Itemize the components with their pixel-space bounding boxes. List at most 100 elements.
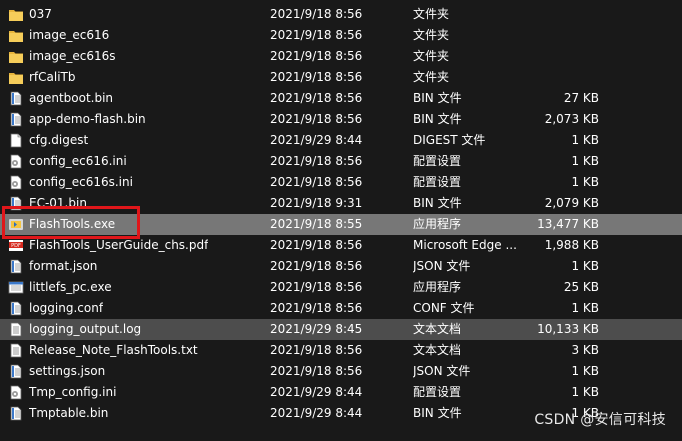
file-name: rfCaliTb bbox=[29, 70, 76, 84]
file-date: 2021/9/18 8:56 bbox=[270, 91, 363, 105]
file-type: 应用程序 bbox=[413, 280, 462, 294]
file-size: 1 KB bbox=[571, 364, 599, 378]
file-row[interactable]: image_ec616 2021/9/18 8:56 文件夹 bbox=[0, 25, 682, 46]
blank-file-icon bbox=[8, 133, 24, 148]
file-name: Release_Note_FlashTools.txt bbox=[29, 343, 198, 357]
file-list: 037 2021/9/18 8:56 文件夹 image_ec616 2021/9/18… bbox=[0, 4, 682, 424]
file-date: 2021/9/18 8:56 bbox=[270, 238, 363, 252]
config-file-icon bbox=[8, 385, 24, 400]
file-row[interactable]: config_ec616.ini 2021/9/18 8:56 配置设置 1 KB bbox=[0, 151, 682, 172]
flashtools-app-icon bbox=[8, 217, 24, 232]
file-date: 2021/9/18 8:56 bbox=[270, 154, 363, 168]
file-row[interactable]: rfCaliTb 2021/9/18 8:56 文件夹 bbox=[0, 67, 682, 88]
file-type: BIN 文件 bbox=[413, 91, 462, 105]
file-size: 1 KB bbox=[571, 175, 599, 189]
file-icon bbox=[8, 259, 24, 274]
file-type: 文件夹 bbox=[413, 7, 450, 21]
file-type: 文本文档 bbox=[413, 343, 462, 357]
watermark: CSDN @安信可科技 bbox=[534, 412, 666, 428]
file-icon bbox=[8, 196, 24, 211]
pdf-icon: PDF bbox=[8, 238, 24, 253]
exe-icon bbox=[8, 280, 24, 295]
file-date: 2021/9/18 8:56 bbox=[270, 301, 363, 315]
file-size: 13,477 KB bbox=[537, 217, 599, 231]
file-date: 2021/9/18 8:56 bbox=[270, 112, 363, 126]
file-name: littlefs_pc.exe bbox=[29, 280, 112, 294]
file-icon bbox=[8, 91, 24, 106]
file-row[interactable]: 037 2021/9/18 8:56 文件夹 bbox=[0, 4, 682, 25]
file-type: Microsoft Edge ... bbox=[413, 238, 517, 252]
file-row[interactable]: Tmp_config.ini 2021/9/29 8:44 配置设置 1 KB bbox=[0, 382, 682, 403]
file-name: agentboot.bin bbox=[29, 91, 114, 105]
file-row[interactable]: Release_Note_FlashTools.txt 2021/9/18 8:5… bbox=[0, 340, 682, 361]
file-name: image_ec616s bbox=[29, 49, 116, 63]
file-date: 2021/9/29 8:45 bbox=[270, 322, 363, 336]
file-row[interactable]: PDF FlashTools_UserGuide_chs.pdf 2021/9/18… bbox=[0, 235, 682, 256]
file-date: 2021/9/18 8:56 bbox=[270, 28, 363, 42]
file-date: 2021/9/18 8:56 bbox=[270, 259, 363, 273]
file-row[interactable]: format.json 2021/9/18 8:56 JSON 文件 1 KB bbox=[0, 256, 682, 277]
svg-text:PDF: PDF bbox=[11, 243, 21, 249]
file-row[interactable]: agentboot.bin 2021/9/18 8:56 BIN 文件 27 KB bbox=[0, 88, 682, 109]
file-row[interactable]: image_ec616s 2021/9/18 8:56 文件夹 bbox=[0, 46, 682, 67]
file-name: Tmptable.bin bbox=[29, 406, 109, 420]
file-date: 2021/9/29 8:44 bbox=[270, 133, 363, 147]
file-size: 2,079 KB bbox=[544, 196, 599, 210]
file-row[interactable]: FlashTools.exe 2021/9/18 8:55 应用程序 13,477 K… bbox=[0, 214, 682, 235]
file-size: 1 KB bbox=[571, 259, 599, 273]
file-row[interactable]: cfg.digest 2021/9/29 8:44 DIGEST 文件 1 KB bbox=[0, 130, 682, 151]
config-file-icon bbox=[8, 175, 24, 190]
file-name: format.json bbox=[29, 259, 98, 273]
file-icon bbox=[8, 406, 24, 421]
text-file-icon bbox=[8, 322, 24, 337]
file-type: 应用程序 bbox=[413, 217, 462, 231]
file-size: 1,988 KB bbox=[544, 238, 599, 252]
file-type: 配置设置 bbox=[413, 175, 462, 189]
file-type: DIGEST 文件 bbox=[413, 133, 486, 147]
file-size: 10,133 KB bbox=[537, 322, 599, 336]
file-name: settings.json bbox=[29, 364, 106, 378]
file-date: 2021/9/18 8:56 bbox=[270, 70, 363, 84]
file-name: FlashTools_UserGuide_chs.pdf bbox=[29, 238, 209, 252]
file-type: BIN 文件 bbox=[413, 196, 462, 210]
file-type: JSON 文件 bbox=[413, 259, 471, 273]
file-icon bbox=[8, 301, 24, 316]
file-row[interactable]: logging.conf 2021/9/18 8:56 CONF 文件 1 KB bbox=[0, 298, 682, 319]
file-name: cfg.digest bbox=[29, 133, 89, 147]
file-name: EC-01.bin bbox=[29, 196, 87, 210]
file-row[interactable]: EC-01.bin 2021/9/18 9:31 BIN 文件 2,079 KB bbox=[0, 193, 682, 214]
file-name: app-demo-flash.bin bbox=[29, 112, 146, 126]
file-date: 2021/9/18 8:56 bbox=[270, 343, 363, 357]
file-size: 1 KB bbox=[571, 133, 599, 147]
text-file-icon bbox=[8, 343, 24, 358]
file-row[interactable]: settings.json 2021/9/18 8:56 JSON 文件 1 KB bbox=[0, 361, 682, 382]
file-type: CONF 文件 bbox=[413, 301, 475, 315]
file-icon bbox=[8, 364, 24, 379]
file-type: BIN 文件 bbox=[413, 112, 462, 126]
file-name: config_ec616s.ini bbox=[29, 175, 133, 189]
file-name: Tmp_config.ini bbox=[29, 385, 117, 399]
file-type: 配置设置 bbox=[413, 385, 462, 399]
file-date: 2021/9/18 8:55 bbox=[270, 217, 363, 231]
file-row[interactable]: config_ec616s.ini 2021/9/18 8:56 配置设置 1 KB bbox=[0, 172, 682, 193]
file-date: 2021/9/18 8:56 bbox=[270, 175, 363, 189]
file-icon bbox=[8, 112, 24, 127]
file-name: image_ec616 bbox=[29, 28, 110, 42]
file-type: JSON 文件 bbox=[413, 364, 471, 378]
file-size: 27 KB bbox=[563, 91, 599, 105]
file-type: 文件夹 bbox=[413, 28, 450, 42]
file-row[interactable]: littlefs_pc.exe 2021/9/18 8:56 应用程序 25 KB bbox=[0, 277, 682, 298]
file-row[interactable]: app-demo-flash.bin 2021/9/18 8:56 BIN 文件 2,… bbox=[0, 109, 682, 130]
file-date: 2021/9/18 9:31 bbox=[270, 196, 363, 210]
folder-icon bbox=[8, 28, 24, 43]
file-size: 2,073 KB bbox=[544, 112, 599, 126]
file-name: 037 bbox=[29, 7, 52, 21]
file-type: 文本文档 bbox=[413, 322, 462, 336]
folder-icon bbox=[8, 7, 24, 22]
file-size: 1 KB bbox=[571, 301, 599, 315]
file-size: 1 KB bbox=[571, 154, 599, 168]
file-date: 2021/9/18 8:56 bbox=[270, 364, 363, 378]
file-type: 文件夹 bbox=[413, 70, 450, 84]
file-type: BIN 文件 bbox=[413, 406, 462, 420]
file-row[interactable]: logging_output.log 2021/9/29 8:45 文本文档 10,1… bbox=[0, 319, 682, 340]
